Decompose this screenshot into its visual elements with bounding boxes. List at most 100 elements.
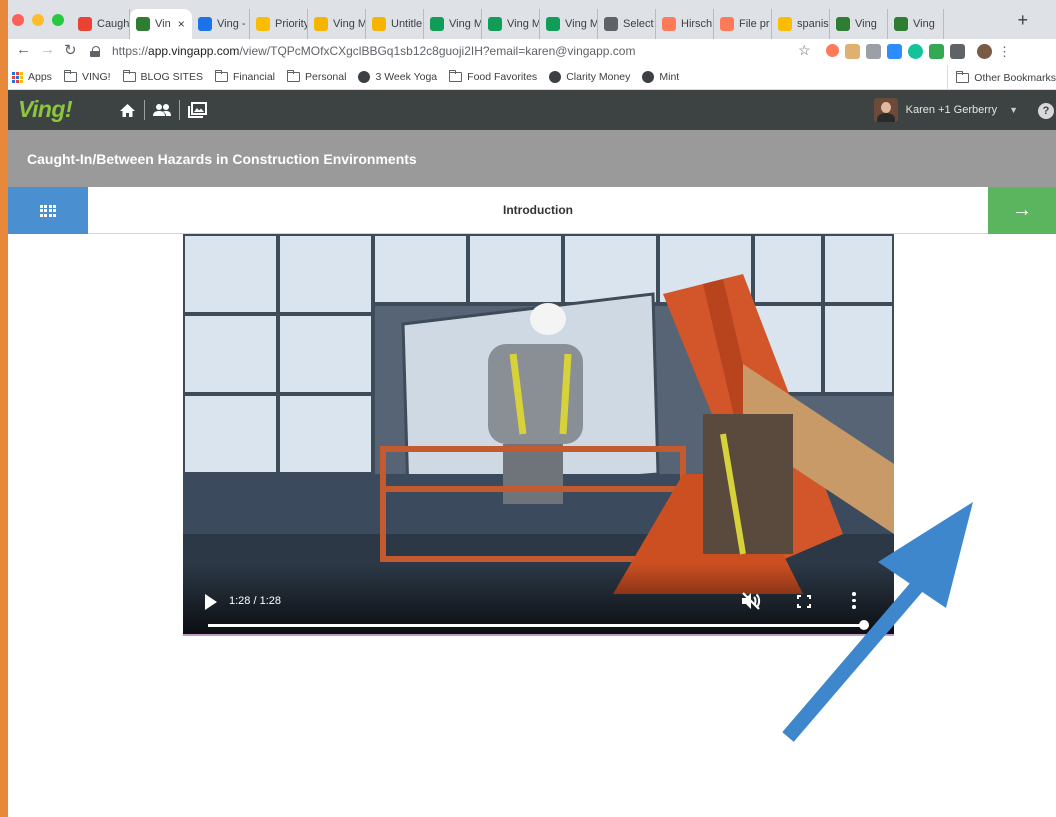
new-tab-button[interactable]: + [1017,10,1028,31]
profile-avatar[interactable] [977,44,992,59]
video-scrubber-handle[interactable] [859,620,869,630]
url-host: app.vingapp.com [148,44,240,58]
google-drive-icon [256,17,270,31]
back-button[interactable]: ← [16,41,31,58]
browser-tab[interactable]: Select [598,9,656,39]
url-path: /view/TQPcMOfxCXgclBBGq1sb12c8guoji2IH?e… [239,44,636,58]
bookmark-item[interactable]: BLOG SITES [122,70,203,83]
tab-title: Ving - [217,18,246,30]
next-section-button[interactable]: → [988,187,1056,234]
maximize-window-button[interactable] [52,14,64,26]
browser-tab[interactable]: Caugh [72,9,130,39]
nav-divider [179,100,180,120]
folder-icon [287,70,300,82]
bookmark-label: 3 Week Yoga [375,71,438,83]
nav-divider [144,100,145,120]
browser-tab[interactable]: File pr [714,9,772,39]
bookmark-item[interactable]: Apps [12,71,52,83]
tab-title: Caugh [97,18,130,30]
bookmark-item[interactable]: Financial [214,70,275,83]
zoom-extension-icon[interactable] [887,44,902,59]
folder-icon [449,70,463,82]
other-bookmarks[interactable]: Other Bookmarks [947,65,1056,90]
calendar-icon [198,17,212,31]
browser-tab[interactable]: Ving [830,9,888,39]
ving-icon [894,17,908,31]
video-controls: 1:28 / 1:28 [183,564,894,634]
globe-icon [642,71,655,83]
browser-tab[interactable]: spanis [772,9,830,39]
tab-title: Select [623,18,654,30]
user-menu[interactable]: Karen +1 Gerberry ▼ [873,98,1018,122]
gmail-icon [78,17,92,31]
hubspot-icon [720,17,734,31]
play-icon[interactable] [205,594,217,610]
minimize-window-button[interactable] [32,14,44,26]
browser-tab[interactable]: Priority [250,9,308,39]
tab-title: Untitle [391,18,423,30]
muted-volume-icon[interactable] [741,592,761,615]
bookmark-item[interactable]: VING! [63,70,111,83]
extension-icon[interactable] [866,44,881,59]
home-icon[interactable] [112,99,142,121]
address-bar[interactable]: https://app.vingapp.com/view/TQPcMOfxCXg… [90,40,830,62]
bookmark-label: Apps [28,71,52,83]
bookmark-item[interactable]: Food Favorites [449,70,538,83]
video-player[interactable]: 1:28 / 1:28 [183,234,894,636]
bookmark-item[interactable]: Mint [642,71,679,83]
fullscreen-icon[interactable] [797,595,811,608]
extension-icon[interactable] [845,44,860,59]
close-tab-icon[interactable]: × [178,17,185,31]
media-library-icon[interactable] [182,99,212,121]
course-title: Caught-In/Between Hazards in Constructio… [27,151,417,167]
bookmark-star-icon[interactable]: ☆ [798,42,811,59]
other-bookmarks-label: Other Bookmarks [974,71,1056,84]
apps-grid-icon [12,71,23,83]
ving-icon [136,17,150,31]
bookmark-label: Clarity Money [566,71,631,83]
browser-tab[interactable]: Ving [888,9,944,39]
folder-icon [214,70,228,82]
browser-tab[interactable]: Ving M [482,9,540,39]
bookmark-item[interactable]: 3 Week Yoga [358,71,437,83]
tab-title: Ving M [565,18,598,30]
tab-title: Priority [275,18,308,30]
video-timecode: 1:28 / 1:28 [229,595,281,607]
browser-tab[interactable]: Hirsch [656,9,714,39]
bookmark-label: Mint [659,71,680,83]
browser-tab[interactable]: Ving M [424,9,482,39]
bookmark-label: Food Favorites [467,71,538,83]
more-options-icon[interactable] [852,592,856,609]
help-button[interactable]: ? [1038,103,1054,119]
video-progress-bar[interactable] [208,620,869,630]
browser-tab[interactable]: Ving - [192,9,250,39]
user-name: Karen +1 Gerberry [905,104,998,116]
people-icon[interactable] [147,99,177,121]
extension-icon[interactable] [950,44,965,59]
browser-tab[interactable]: Untitle [366,9,424,39]
chapter-menu-button[interactable] [8,187,88,234]
section-title: Introduction [503,203,573,217]
tab-strip: Caugh Vin × Ving - Priority Ving M Untitle Ving… [8,0,1056,39]
google-sheets-icon [488,17,502,31]
browser-tab[interactable]: Vin × [130,9,192,39]
browser-tab[interactable]: Ving M [540,9,598,39]
reload-button[interactable]: ↻ [64,41,77,59]
tab-title: Ving [855,18,877,30]
bookmark-item[interactable]: Personal [287,70,346,83]
google-drive-icon [778,17,792,31]
course-content: 1:28 / 1:28 [8,234,1056,817]
close-window-button[interactable] [12,14,24,26]
arrow-right-icon: → [1012,199,1032,221]
ving-logo[interactable]: Ving! [18,96,73,123]
grammarly-extension-icon[interactable] [908,44,923,59]
browser-menu-icon[interactable]: ⋮ [998,44,1011,59]
browser-tab[interactable]: Ving M [308,9,366,39]
extensions: ⋮ [826,44,1011,59]
tab-title: Vin [155,18,171,30]
bookmark-item[interactable]: Clarity Money [549,71,630,83]
forward-button[interactable]: → [40,41,55,58]
google-sheets-icon [430,17,444,31]
extension-icon[interactable] [929,44,944,59]
hubspot-extension-icon[interactable] [826,44,839,57]
